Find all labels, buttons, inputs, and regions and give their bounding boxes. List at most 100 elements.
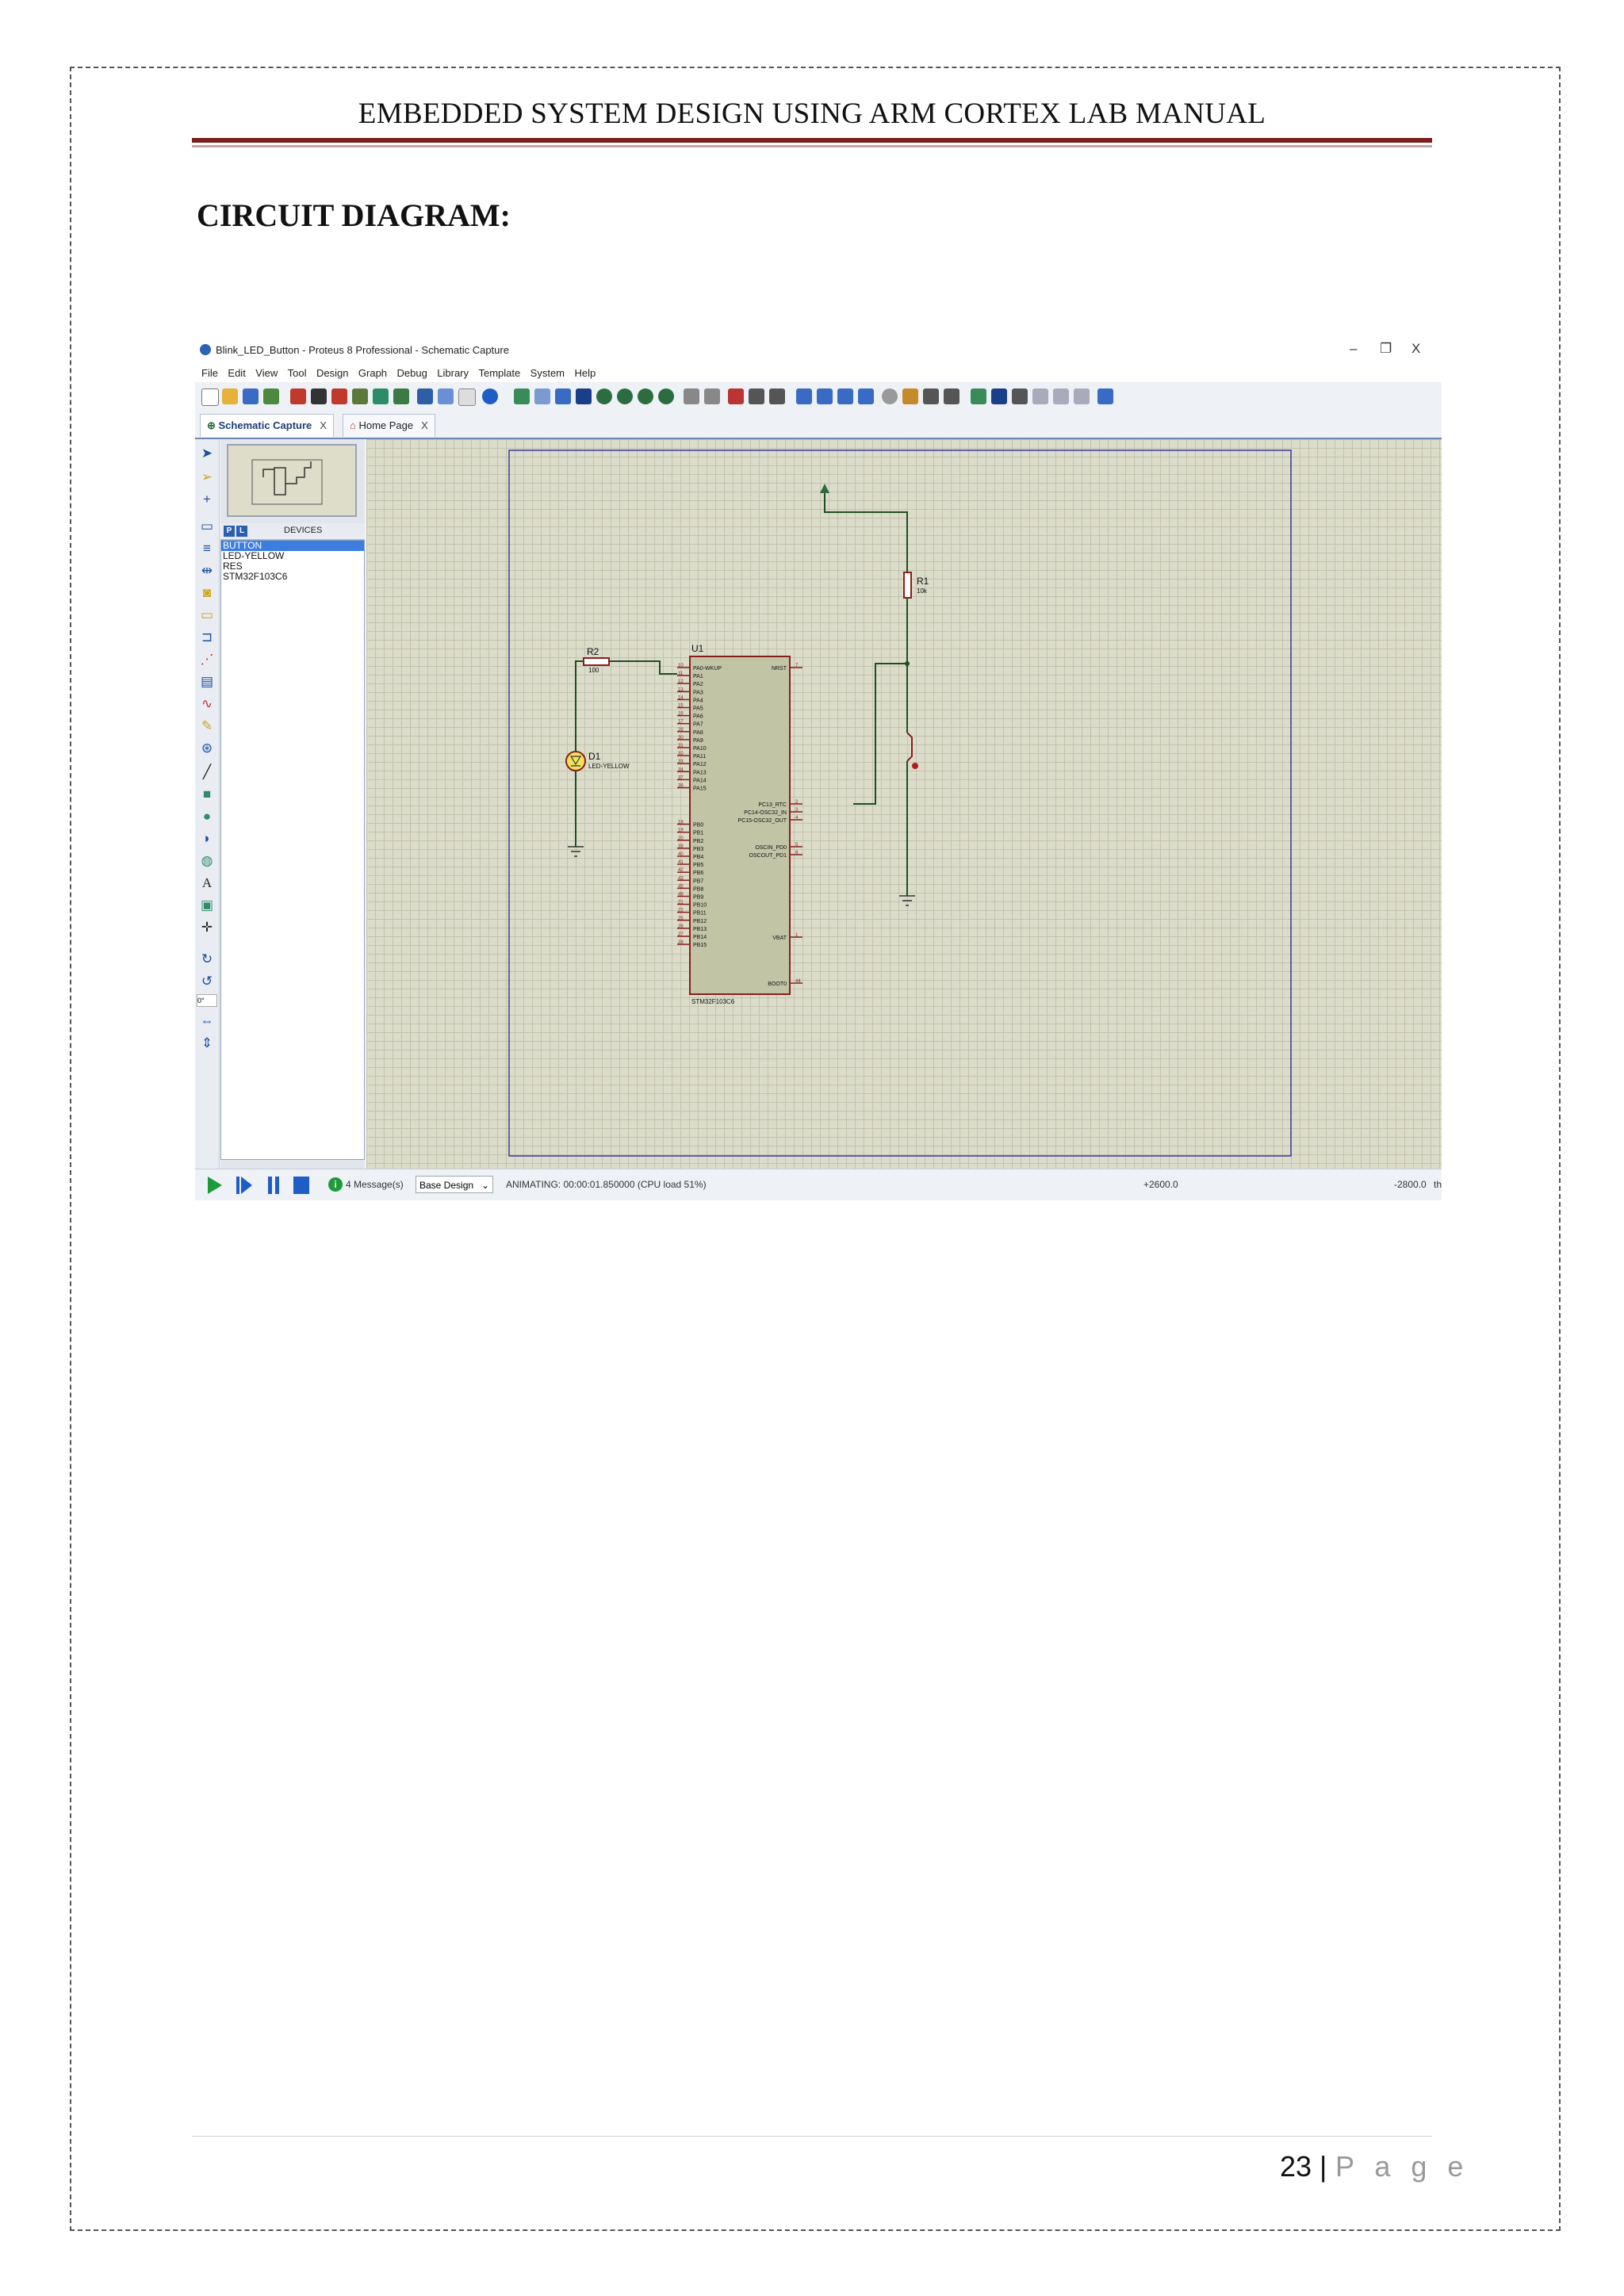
2d-symbol-icon[interactable]: ▣ [199, 897, 215, 913]
remove-sheet-icon[interactable] [1053, 388, 1069, 404]
u1-pin-name: PA10 [693, 746, 707, 752]
menu-system[interactable]: System [530, 367, 565, 379]
redo-icon[interactable] [704, 388, 720, 404]
undo-icon[interactable] [684, 388, 699, 404]
messages-count[interactable]: 4 Message(s) [346, 1179, 404, 1190]
home-icon[interactable] [290, 388, 306, 404]
menu-help[interactable]: Help [574, 367, 596, 379]
origin-icon[interactable] [555, 388, 571, 404]
play-icon[interactable] [208, 1177, 222, 1194]
pan-icon[interactable] [576, 388, 592, 404]
selection-mode-icon[interactable]: ➤ [199, 446, 215, 461]
paste-icon[interactable] [769, 388, 785, 404]
wire-autorouter-icon[interactable] [971, 388, 986, 404]
menu-design[interactable]: Design [316, 367, 348, 379]
pause-icon[interactable] [275, 1177, 279, 1194]
close-tab-icon[interactable]: X [421, 419, 428, 431]
tape-recorder-icon[interactable]: ▤ [199, 674, 215, 690]
3d-view-icon[interactable] [352, 388, 368, 404]
help-icon[interactable] [482, 388, 498, 404]
tab-home-page[interactable]: ⌂ Home Page X [343, 414, 435, 437]
junction-dot-icon[interactable]: + [199, 492, 215, 507]
electrical-rule-check-icon[interactable] [1097, 388, 1113, 404]
library-manager-button[interactable]: L [236, 526, 247, 537]
property-assignment-icon[interactable] [1012, 388, 1028, 404]
close-button[interactable]: X [1411, 341, 1420, 357]
restore-button[interactable]: ❐ [1380, 341, 1392, 357]
import-icon[interactable] [263, 388, 279, 404]
block-move-icon[interactable] [817, 388, 833, 404]
menu-file[interactable]: File [201, 367, 218, 379]
generator-icon[interactable]: ∿ [199, 696, 215, 712]
mirror-horizontal-icon[interactable]: ⇔ [199, 1013, 215, 1029]
tab-schematic-capture[interactable]: ⊕ Schematic Capture X [200, 414, 334, 437]
device-item-stm32f103c6[interactable]: STM32F103C6 [221, 572, 364, 582]
menu-debug[interactable]: Debug [397, 367, 427, 379]
gerber-icon[interactable] [373, 388, 389, 404]
zoom-all-icon[interactable] [638, 388, 653, 404]
open-folder-icon[interactable] [222, 388, 238, 404]
menu-view[interactable]: View [255, 367, 278, 379]
2d-arc-icon[interactable]: ◗ [199, 831, 215, 847]
virtual-instruments-icon[interactable]: ⊛ [199, 740, 215, 756]
2d-path-icon[interactable]: ◍ [199, 853, 215, 869]
zoom-in-icon[interactable] [596, 388, 612, 404]
package-tool-icon[interactable] [923, 388, 939, 404]
block-delete-icon[interactable] [858, 388, 874, 404]
pcb-icon[interactable] [331, 388, 347, 404]
pick-devices-button[interactable]: P [224, 526, 235, 537]
new-file-icon[interactable] [201, 388, 219, 406]
exit-to-parent-icon[interactable] [1074, 388, 1090, 404]
2d-line-icon[interactable]: ╱ [199, 764, 215, 780]
design-variant-select[interactable]: Base Design ⌄ [416, 1176, 493, 1193]
zoom-area-icon[interactable] [658, 388, 674, 404]
vsm-studio-icon[interactable] [438, 388, 454, 404]
subcircuit-icon[interactable]: ◙ [199, 585, 215, 601]
save-icon[interactable] [243, 388, 259, 404]
schematic-icon[interactable] [311, 388, 327, 404]
component-mode-icon[interactable]: ➢ [199, 469, 215, 485]
mirror-vertical-icon[interactable]: ⇕ [199, 1035, 215, 1051]
terminals-icon[interactable]: ▭ [199, 607, 215, 623]
voltage-probe-icon[interactable]: ✎ [199, 718, 215, 734]
device-pins-icon[interactable]: ⊐ [199, 629, 215, 645]
menu-library[interactable]: Library [437, 367, 469, 379]
2d-circle-icon[interactable]: ● [199, 809, 215, 825]
2d-box-icon[interactable]: ■ [199, 786, 215, 802]
make-device-icon[interactable] [902, 388, 918, 404]
rotation-angle-field[interactable]: 0° [197, 994, 217, 1007]
design-explorer-icon[interactable] [393, 388, 409, 404]
rotate-clockwise-icon[interactable]: ↻ [199, 951, 215, 967]
schematic-canvas[interactable]: R1 10k R2 100 D1 LED-YELLOW U1 STM32F103… [366, 439, 1442, 1169]
wire-label-icon[interactable]: ▭ [199, 519, 215, 534]
block-copy-icon[interactable] [796, 388, 812, 404]
grid-icon[interactable] [534, 388, 550, 404]
block-rotate-icon[interactable] [837, 388, 853, 404]
menu-edit[interactable]: Edit [228, 367, 245, 379]
bom-icon[interactable] [417, 388, 433, 404]
pick-device-icon[interactable] [882, 388, 898, 404]
bus-icon[interactable]: ⇹ [199, 563, 215, 579]
text-script-icon[interactable]: ≡ [199, 541, 215, 557]
graph-icon[interactable]: ⋰ [199, 652, 215, 668]
step-icon[interactable] [241, 1177, 252, 1194]
2d-markers-icon[interactable]: ✛ [199, 920, 215, 936]
minimize-button[interactable]: – [1350, 341, 1357, 357]
menu-tool[interactable]: Tool [288, 367, 307, 379]
2d-text-icon[interactable]: A [199, 875, 215, 891]
zoom-out-icon[interactable] [617, 388, 633, 404]
stop-icon[interactable] [293, 1177, 309, 1194]
new-sheet-icon[interactable] [1032, 388, 1048, 404]
refresh-icon[interactable] [514, 388, 530, 404]
cut-icon[interactable] [728, 388, 744, 404]
menu-graph[interactable]: Graph [358, 367, 387, 379]
notes-icon[interactable] [458, 388, 476, 406]
close-tab-icon[interactable]: X [320, 419, 327, 431]
search-tag-icon[interactable] [991, 388, 1007, 404]
copy-icon[interactable] [749, 388, 764, 404]
menu-template[interactable]: Template [478, 367, 520, 379]
rotate-anticlockwise-icon[interactable]: ↺ [199, 974, 215, 989]
decompose-icon[interactable] [944, 388, 959, 404]
device-item-led-yellow[interactable]: LED-YELLOW [221, 551, 364, 561]
overview-window[interactable] [227, 444, 357, 517]
